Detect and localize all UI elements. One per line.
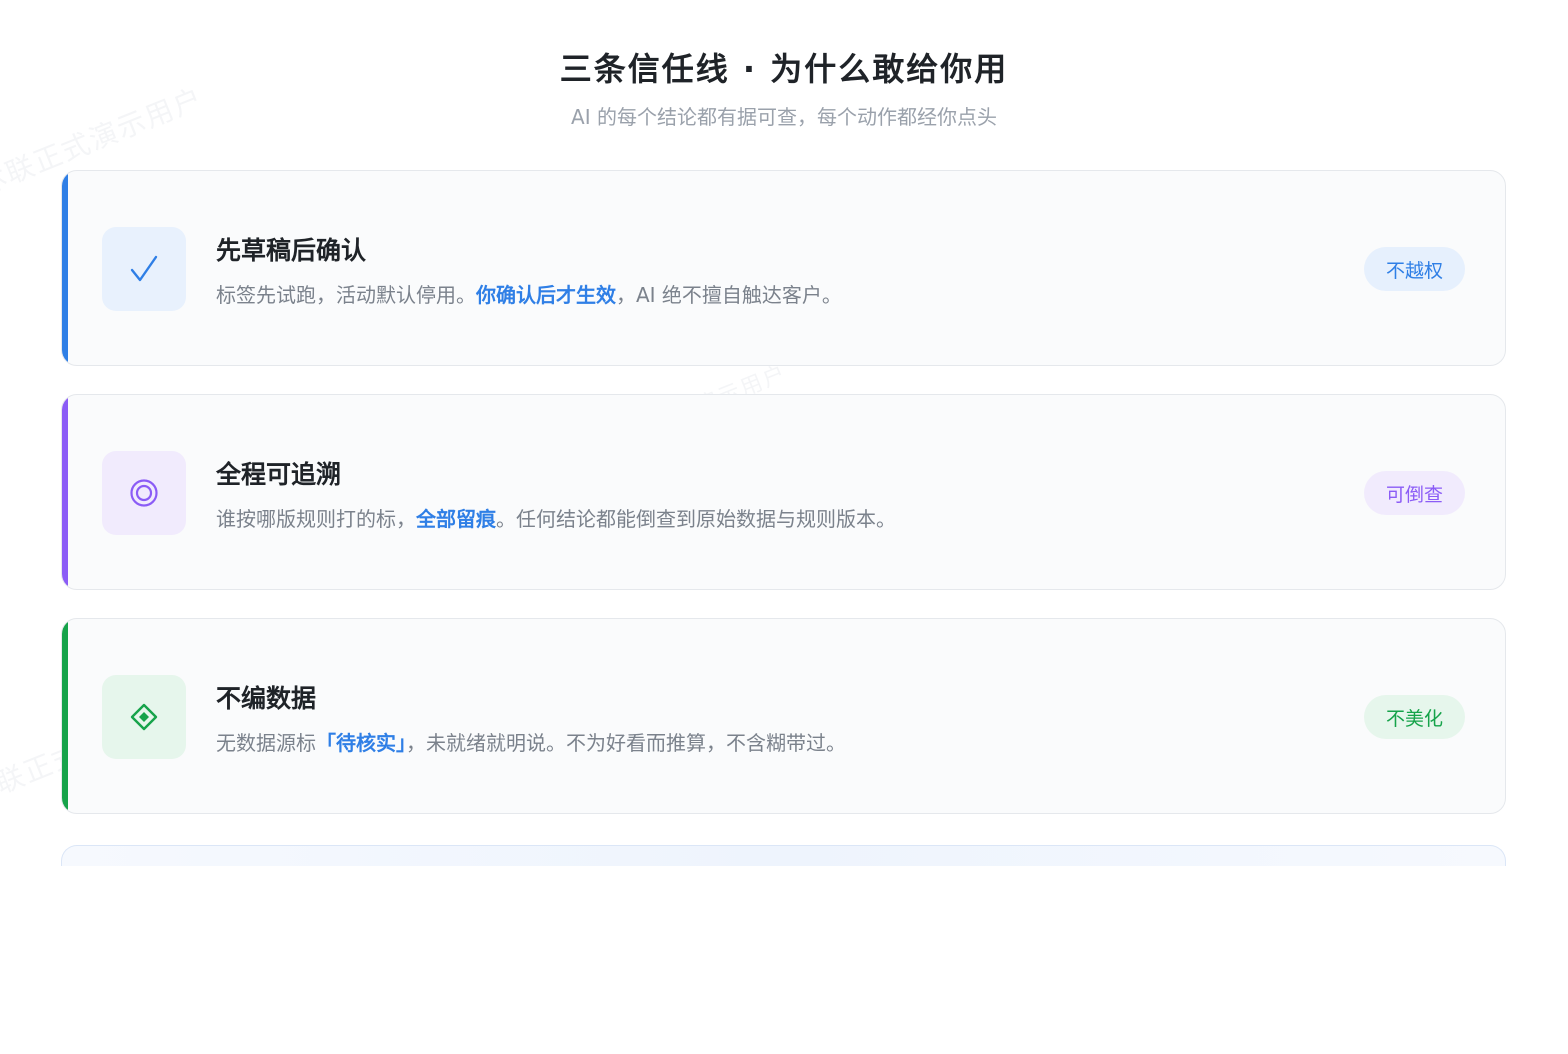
accent-bar [62,171,68,365]
card-title: 先草稿后确认 [216,236,367,265]
accent-bar [62,395,68,589]
target-icon [128,477,160,509]
icon-box [102,675,186,759]
highlight-text: 你确认后才生效 [476,283,616,307]
icon-box [102,227,186,311]
trust-card-no-fabrication: 不编数据 无数据源标「待核实」，未就绪就明说。不为好看而推算，不含糊带过。 不美… [61,618,1506,814]
card-description: 谁按哪版规则打的标，全部留痕。任何结论都能倒查到原始数据与规则版本。 [216,507,896,531]
highlight-text: 全部留痕 [416,507,496,531]
card-description: 标签先试跑，活动默认停用。你确认后才生效，AI 绝不擅自触达客户。 [216,283,842,307]
status-badge: 不美化 [1363,695,1465,739]
icon-box [102,451,186,535]
page-bottom-blank [0,866,1568,1054]
check-icon [128,253,160,285]
trust-card-traceable: 全程可追溯 谁按哪版规则打的标，全部留痕。任何结论都能倒查到原始数据与规则版本。… [61,394,1506,590]
page-subtitle: AI 的每个结论都有据可查，每个动作都经你点头 [571,105,997,129]
card-title: 全程可追溯 [216,460,342,489]
accent-bar [62,619,68,813]
card-description: 无数据源标「待核实」，未就绪就明说。不为好看而推算，不含糊带过。 [216,731,846,755]
highlight-text: 「待核实」 [316,731,406,755]
card-title: 不编数据 [216,684,317,713]
page-title: 三条信任线 · 为什么敢给你用 [559,50,1009,88]
diamond-icon [130,703,158,731]
trust-card-draft-confirm: 先草稿后确认 标签先试跑，活动默认停用。你确认后才生效，AI 绝不擅自触达客户。… [61,170,1506,366]
status-badge: 不越权 [1363,247,1465,291]
status-badge: 可倒查 [1363,471,1465,515]
